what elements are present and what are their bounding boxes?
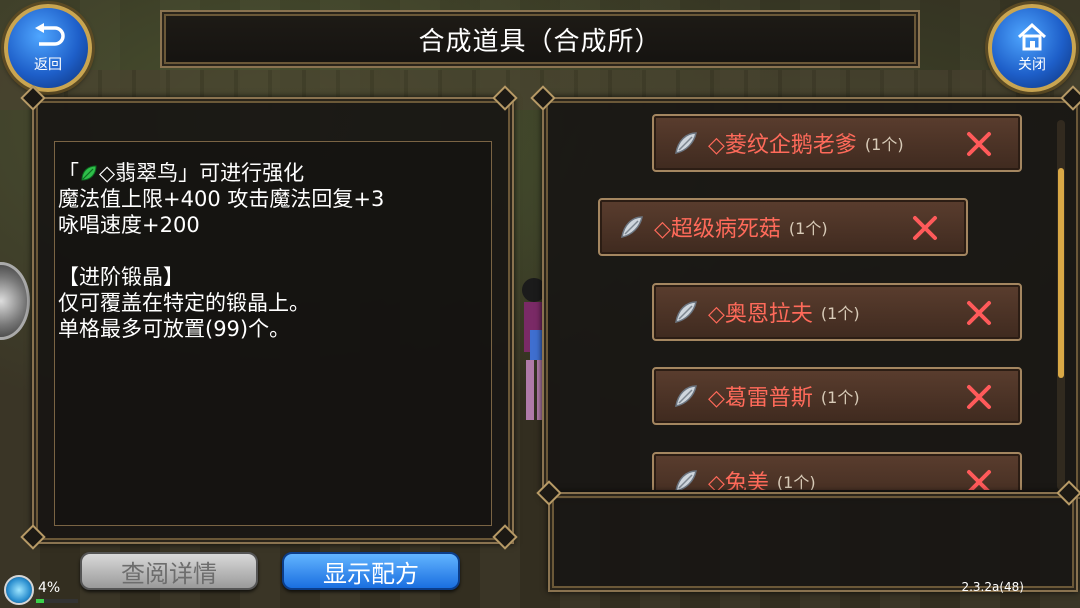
item-count: (1个) [820,388,860,407]
status-progress-bar [36,599,78,603]
close-x-icon[interactable] [964,129,994,159]
item-name: ◇葛雷普斯 [708,386,813,411]
back-button[interactable]: 返回 [4,4,92,92]
list-item[interactable]: ◇菱纹企鹅老爹 (1个) [652,114,1022,172]
description-line-6: 单格最多可放置(99)个。 [58,317,291,341]
close-x-icon[interactable] [964,382,994,412]
item-count: (1个) [776,473,816,490]
crystal-gem-icon [675,301,697,323]
list-item[interactable]: ◇葛雷普斯 (1个) [652,367,1022,425]
status-orb-icon [4,575,34,605]
item-description: 「◇翡翠鸟」可进行强化 魔法值上限+400 攻击魔法回复+3 咏唱速度+200 … [58,160,498,342]
item-count: (1个) [864,135,904,154]
back-label: 返回 [34,57,62,73]
description-line-4: 【进阶锻晶】 [58,265,184,289]
show-recipe-button[interactable]: 显示配方 [282,552,460,590]
close-button[interactable]: 关闭 [988,4,1076,92]
view-details-button[interactable]: 查阅详情 [80,552,258,590]
status-progress-fill [36,599,45,603]
description-line-3: 咏唱速度+200 [58,213,200,237]
list-item[interactable]: ◇超级病死菇 (1个) [598,198,968,256]
crystal-gem-icon [675,385,697,407]
status-percent: 4% [38,580,61,596]
crystal-gem-icon [621,216,643,238]
item-count: (1个) [788,219,828,238]
description-line-5: 仅可覆盖在特定的锻晶上。 [58,291,310,315]
description-spacer [58,238,498,264]
material-list: ◇菱纹企鹅老爹 (1个) ◇超级病死菇 (1个) ◇奥恩拉夫 (1个) ◇葛雷普… [548,100,1058,490]
list-scrollbar[interactable] [1058,168,1064,378]
close-x-icon[interactable] [910,213,940,243]
description-line-1: 「◇翡翠鸟」可进行强化 [58,161,305,185]
item-name: ◇菱纹企鹅老爹 [708,133,857,158]
list-item[interactable]: ◇奥恩拉夫 (1个) [652,283,1022,341]
list-item[interactable]: ◇兔美 (1个) [652,452,1022,490]
close-label: 关闭 [1018,57,1046,73]
home-icon [1017,22,1047,51]
item-name: ◇兔美 [708,471,769,490]
page-title: 合成道具（合成所） [418,26,662,57]
version-label: 2.3.2a(48) [961,580,1024,594]
close-x-icon[interactable] [964,467,994,490]
crystal-gem-icon [675,470,697,490]
description-line-2: 魔法值上限+400 攻击魔法回复+3 [58,187,385,211]
close-x-icon[interactable] [964,298,994,328]
crystal-gem-icon [675,132,697,154]
green-leaf-icon [81,165,97,181]
title-bar: 合成道具（合成所） [160,10,920,68]
recipe-detail-panel [548,492,1078,592]
item-name: ◇奥恩拉夫 [708,302,813,327]
item-count: (1个) [820,304,860,323]
return-arrow-icon [35,23,65,46]
item-name: ◇超级病死菇 [654,217,781,242]
